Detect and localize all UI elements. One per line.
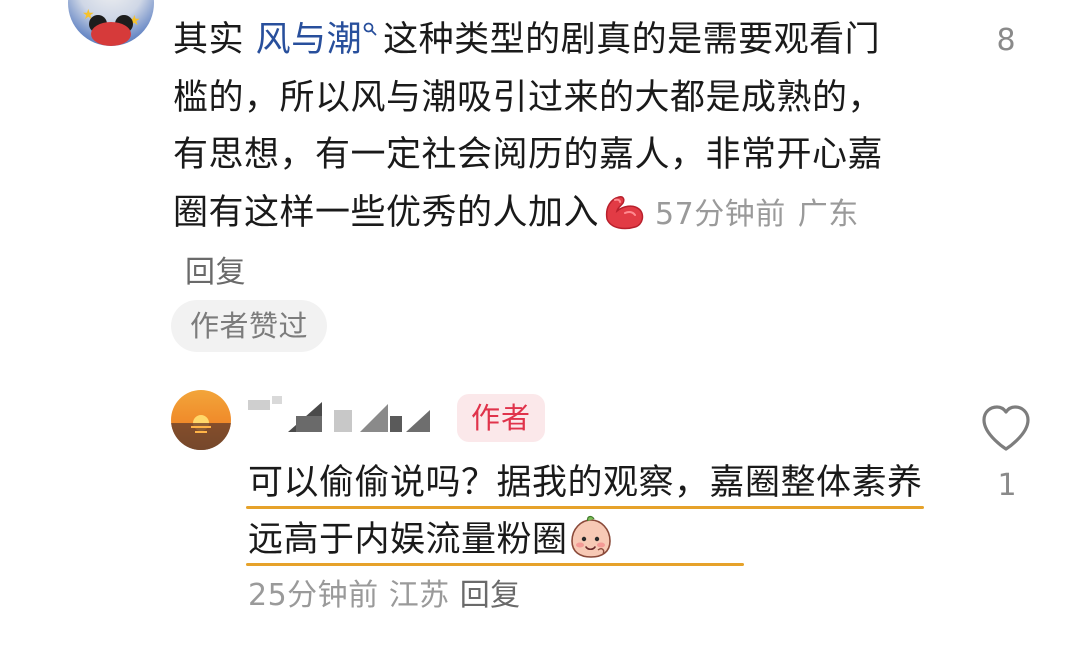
search-keyword-link[interactable]: 风与潮 (256, 20, 363, 60)
sunset-avatar-icon (171, 390, 231, 450)
search-icon[interactable] (363, 22, 377, 36)
like-heart-icon[interactable] (979, 404, 1033, 454)
reply-button[interactable]: 回复 (460, 578, 521, 613)
reply-button[interactable]: 回复 (185, 255, 246, 290)
reply-meta: 25分钟前 江苏 回复 (248, 570, 531, 614)
reply-body: 可以偷偷说吗？据我的观察，嘉圈整体素养远高于内娱流量粉圈 (248, 455, 948, 569)
comment-text-prefix: 其实 (173, 20, 256, 60)
flexed-biceps-emoji-icon (605, 195, 644, 229)
like-count: 1 (997, 468, 1017, 503)
comment-location: 广东 (797, 196, 859, 232)
comment-body: 其实 风与潮 这种类型的剧真的是需要观看门槛的，所以风与潮吸引过来的大都是成熟的… (173, 12, 893, 302)
author-avatar[interactable] (171, 390, 231, 450)
author-badge: 作者 (457, 394, 546, 442)
avatar-figure-icon (89, 15, 133, 46)
commenter-avatar[interactable]: ★ ★ (68, 0, 154, 46)
reply-time: 25分钟前 (248, 578, 379, 613)
like-count: 8 (996, 23, 1016, 58)
like-heart-icon[interactable] (985, 0, 1029, 4)
peach-face-emoji-icon (570, 515, 611, 558)
username-mosaic (248, 396, 430, 432)
author-liked-badge: 作者赞过 (171, 300, 328, 352)
reply-location: 江苏 (388, 578, 450, 613)
comment-time: 57分钟前 (655, 196, 786, 232)
